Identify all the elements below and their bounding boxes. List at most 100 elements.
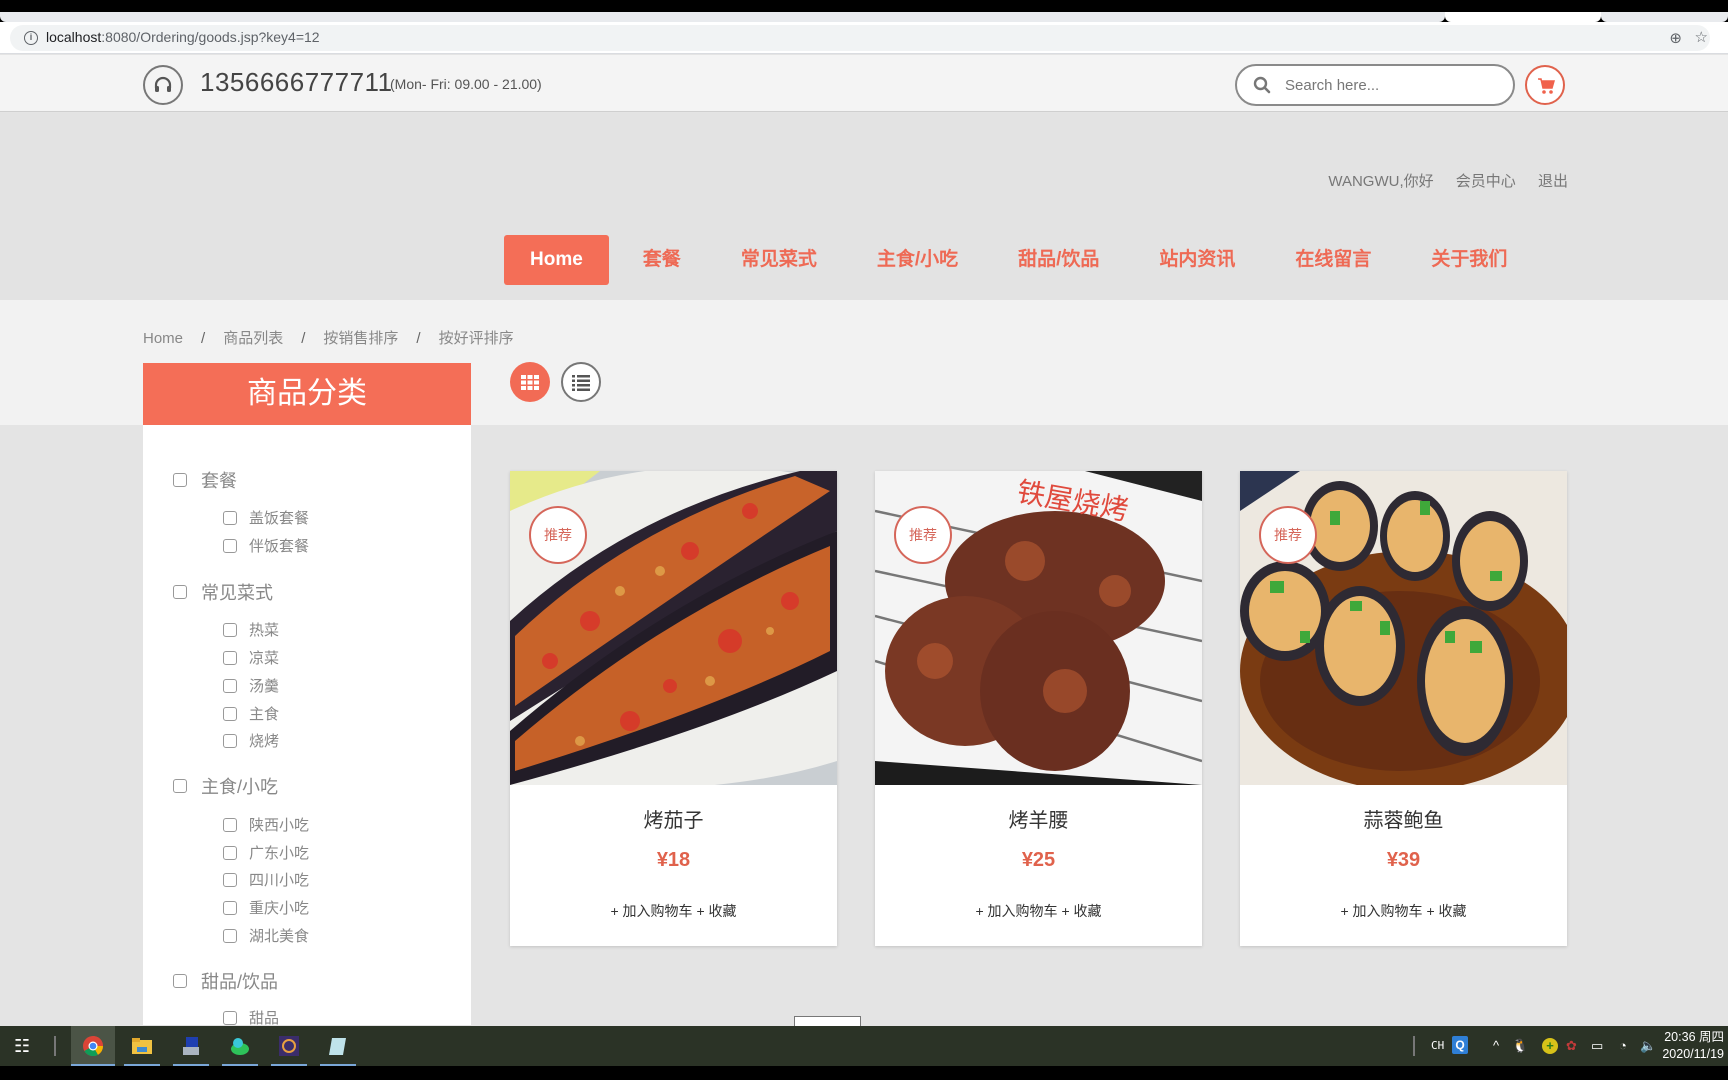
product-price: ¥39 bbox=[1386, 849, 1421, 871]
checkbox[interactable] bbox=[223, 928, 237, 943]
bookmark-star-icon[interactable]: ☆ bbox=[1695, 28, 1708, 46]
cart-button[interactable] bbox=[1525, 65, 1565, 105]
category-desserts-drinks[interactable]: 甜品/饮品 bbox=[173, 968, 278, 994]
checkbox[interactable] bbox=[173, 974, 187, 988]
product-photo-garlic-abalone[interactable]: 推荐 bbox=[1240, 471, 1567, 785]
checkbox[interactable] bbox=[223, 622, 237, 637]
checkbox[interactable] bbox=[173, 779, 187, 793]
show-hidden-icons[interactable]: ^ bbox=[1493, 1026, 1499, 1066]
search-input[interactable] bbox=[1285, 74, 1495, 96]
checkbox[interactable] bbox=[173, 473, 187, 487]
subcategory-item[interactable]: 盖饭套餐 bbox=[223, 507, 309, 528]
category-common-dishes[interactable]: 常见菜式 bbox=[173, 579, 273, 605]
checkbox[interactable] bbox=[223, 706, 237, 721]
tray-app-icon[interactable]: ✿ bbox=[1566, 1026, 1577, 1066]
subcategory-item[interactable]: 汤羹 bbox=[223, 675, 279, 696]
checkbox[interactable] bbox=[223, 678, 237, 693]
breadcrumb-sort-sales[interactable]: 按销售排序 bbox=[323, 330, 398, 347]
category-set-meals[interactable]: 套餐 bbox=[173, 467, 237, 493]
task-view-icon[interactable]: ☷ bbox=[14, 1036, 30, 1057]
nav-messages[interactable]: 在线留言 bbox=[1265, 235, 1401, 285]
taskbar-file-explorer[interactable] bbox=[120, 1026, 164, 1066]
taskbar-remote-desktop[interactable] bbox=[169, 1026, 213, 1066]
browser-tab[interactable] bbox=[1601, 12, 1728, 22]
folder-icon bbox=[132, 1038, 152, 1054]
subcategory-item[interactable]: 伴饭套餐 bbox=[223, 535, 309, 556]
product-name[interactable]: 蒜蓉鲍鱼 bbox=[1240, 804, 1567, 833]
grid-view-button[interactable] bbox=[510, 362, 550, 402]
battery-icon[interactable]: ▭ bbox=[1591, 1026, 1603, 1066]
search-box bbox=[1235, 64, 1515, 106]
checkbox[interactable] bbox=[223, 650, 237, 665]
checkbox[interactable] bbox=[223, 872, 237, 887]
list-view-button[interactable] bbox=[561, 362, 601, 402]
breadcrumb-product-list[interactable]: 商品列表 bbox=[223, 330, 283, 347]
zoom-icon[interactable]: ⊕ bbox=[1669, 29, 1682, 47]
nav-about[interactable]: 关于我们 bbox=[1401, 235, 1537, 285]
checkbox[interactable] bbox=[223, 538, 237, 553]
checkbox[interactable] bbox=[223, 817, 237, 832]
nav-set-meals[interactable]: 套餐 bbox=[613, 235, 711, 285]
main-nav: Home 套餐 常见菜式 主食/小吃 甜品/饮品 站内资讯 在线留言 关于我们 bbox=[504, 235, 1537, 285]
product-card[interactable]: 推荐 蒜蓉鲍鱼 ¥39 + 加入购物车 + 收藏 bbox=[1240, 471, 1567, 946]
breadcrumb-home[interactable]: Home bbox=[143, 330, 183, 347]
add-to-cart-favorite[interactable]: + 加入购物车 + 收藏 bbox=[1240, 901, 1567, 921]
subcategory-item[interactable]: 主食 bbox=[223, 703, 279, 724]
subcategory-item[interactable]: 陕西小吃 bbox=[223, 814, 309, 835]
product-card[interactable]: 推荐 烤茄子 ¥18 + 加入购物车 + 收藏 bbox=[510, 471, 837, 946]
checkbox[interactable] bbox=[223, 733, 237, 748]
breadcrumb-sort-rating[interactable]: 按好评排序 bbox=[439, 330, 514, 347]
subcategory-item[interactable]: 凉菜 bbox=[223, 647, 279, 668]
checkbox[interactable] bbox=[223, 510, 237, 525]
subcategory-item[interactable]: 四川小吃 bbox=[223, 869, 309, 890]
clock-time: 20:36 周四 bbox=[1664, 1030, 1724, 1044]
checkbox[interactable] bbox=[173, 585, 187, 599]
nav-home[interactable]: Home bbox=[504, 235, 609, 285]
add-to-cart-favorite[interactable]: + 加入购物车 + 收藏 bbox=[510, 901, 837, 921]
taskbar-chrome[interactable] bbox=[71, 1026, 115, 1066]
recommended-badge: 推荐 bbox=[1259, 506, 1317, 564]
subcategory-item[interactable]: 烧烤 bbox=[223, 730, 279, 751]
search-icon[interactable] bbox=[1253, 76, 1271, 99]
logout-link[interactable]: 退出 bbox=[1538, 173, 1568, 190]
add-to-cart-favorite[interactable]: + 加入购物车 + 收藏 bbox=[875, 901, 1202, 921]
browser-tab-active[interactable] bbox=[1445, 12, 1601, 22]
wifi-icon[interactable]: ◔ bbox=[1619, 1026, 1627, 1066]
search-app-icon[interactable]: Q bbox=[1452, 1036, 1468, 1054]
ime-indicator[interactable]: CH bbox=[1431, 1026, 1444, 1066]
security-app-icon[interactable]: + bbox=[1542, 1038, 1558, 1054]
url-field[interactable]: i localhost:8080/Ordering/goods.jsp?key4… bbox=[10, 25, 1710, 51]
checkbox[interactable] bbox=[223, 1010, 237, 1025]
browser-tab[interactable] bbox=[0, 12, 1445, 22]
screen-bottom-border bbox=[0, 1066, 1728, 1080]
browser-address-bar: i localhost:8080/Ordering/goods.jsp?key4… bbox=[0, 22, 1728, 54]
system-clock[interactable]: 20:36 周四 2020/11/19 bbox=[1662, 1029, 1724, 1063]
taskbar-separator bbox=[1413, 1036, 1415, 1056]
checkbox[interactable] bbox=[223, 900, 237, 915]
subcategory-item[interactable]: 热菜 bbox=[223, 619, 279, 640]
subcategory-item[interactable]: 广东小吃 bbox=[223, 842, 309, 863]
category-staples-snacks[interactable]: 主食/小吃 bbox=[173, 773, 278, 799]
product-photo-grilled-eggplant[interactable]: 推荐 bbox=[510, 471, 837, 785]
member-center-link[interactable]: 会员中心 bbox=[1456, 173, 1516, 190]
nav-desserts-drinks[interactable]: 甜品/饮品 bbox=[988, 235, 1129, 285]
nav-staples-snacks[interactable]: 主食/小吃 bbox=[847, 235, 988, 285]
qq-icon[interactable]: 🐧 bbox=[1512, 1026, 1528, 1066]
info-icon[interactable]: i bbox=[24, 31, 38, 45]
product-card[interactable]: 铁屋烧烤 推荐 烤羊腰 ¥25 + 加入购物车 + 收藏 bbox=[875, 471, 1202, 946]
nav-news[interactable]: 站内资讯 bbox=[1129, 235, 1265, 285]
subcategory-item[interactable]: 重庆小吃 bbox=[223, 897, 309, 918]
nav-common-dishes[interactable]: 常见菜式 bbox=[711, 235, 847, 285]
subcategory-item[interactable]: 甜品 bbox=[223, 1007, 279, 1028]
taskbar-green-app[interactable] bbox=[218, 1026, 262, 1066]
volume-icon[interactable]: 🔈 bbox=[1640, 1026, 1656, 1066]
taskbar-java-ee-ide[interactable] bbox=[267, 1026, 311, 1066]
product-name[interactable]: 烤茄子 bbox=[510, 804, 837, 833]
product-name[interactable]: 烤羊腰 bbox=[875, 804, 1202, 833]
taskbar-notepad[interactable] bbox=[316, 1026, 360, 1066]
checkbox[interactable] bbox=[223, 845, 237, 860]
user-greeting[interactable]: WANGWU,你好 bbox=[1328, 173, 1433, 190]
subcategory-item[interactable]: 湖北美食 bbox=[223, 925, 309, 946]
product-photo-grilled-kidney[interactable]: 铁屋烧烤 推荐 bbox=[875, 471, 1202, 785]
business-hours: (Mon- Fri: 09.00 - 21.00) bbox=[390, 76, 542, 92]
